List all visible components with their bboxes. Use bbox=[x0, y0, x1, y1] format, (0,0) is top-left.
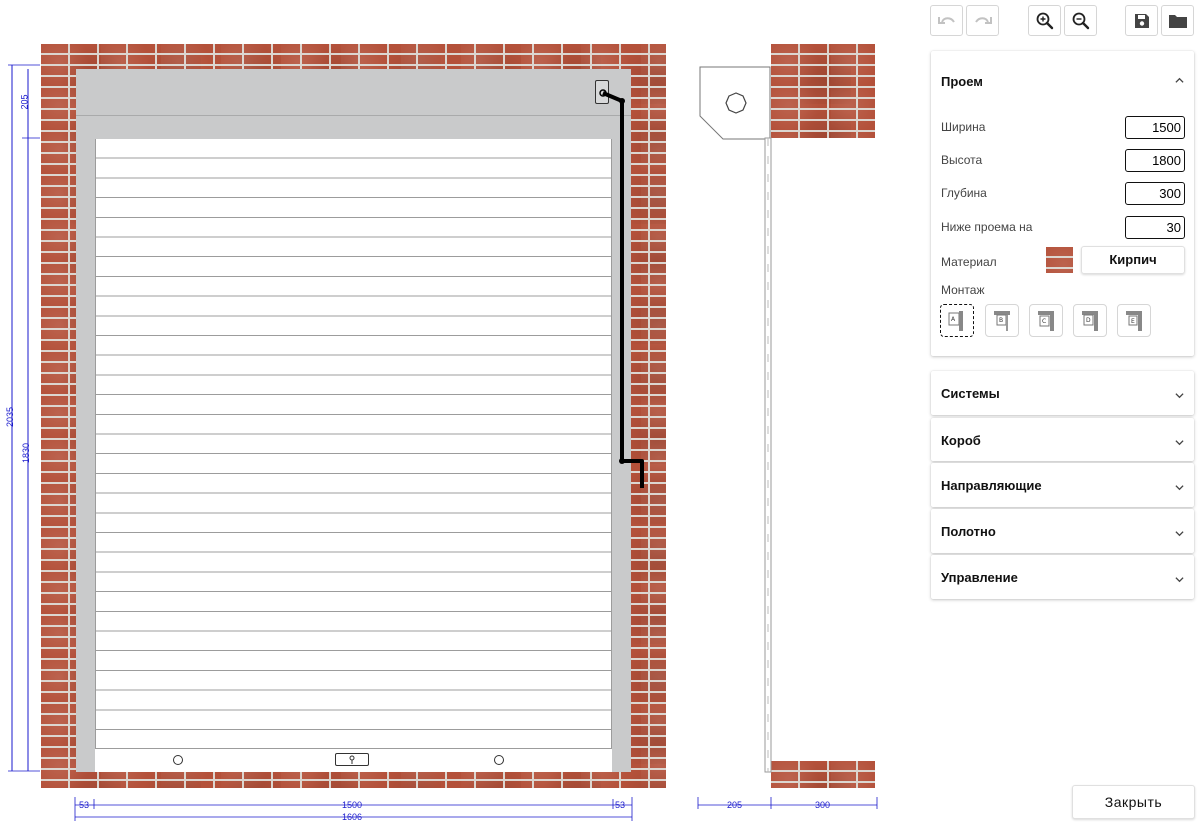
mount-a-icon: A bbox=[948, 310, 963, 331]
dim-side-box: 205 bbox=[727, 800, 743, 810]
section-curtain[interactable]: Полотно bbox=[931, 509, 1194, 553]
dim-opening-width: 1500 bbox=[342, 800, 363, 810]
mount-c-icon: C bbox=[1038, 310, 1054, 331]
below-opening-input[interactable]: 30 bbox=[1125, 216, 1185, 239]
material-label: Материал bbox=[941, 255, 997, 269]
redo-icon bbox=[974, 16, 992, 24]
side-wall-bottom bbox=[771, 761, 875, 788]
depth-input[interactable]: 300 bbox=[1125, 182, 1185, 205]
close-button[interactable]: Закрыть bbox=[1072, 785, 1195, 819]
opening-title[interactable]: Проем bbox=[941, 74, 983, 89]
material-swatch[interactable] bbox=[1046, 247, 1073, 273]
chevron-down-icon bbox=[1175, 577, 1184, 583]
chevron-up-icon[interactable] bbox=[1175, 76, 1184, 85]
bottom-hole-right bbox=[494, 755, 504, 765]
section-title: Системы bbox=[941, 386, 1000, 401]
redo-button[interactable] bbox=[966, 5, 999, 36]
undo-button[interactable] bbox=[930, 5, 963, 36]
undo-icon bbox=[937, 16, 955, 24]
svg-text:D: D bbox=[1086, 317, 1091, 324]
open-button[interactable] bbox=[1161, 5, 1194, 36]
dim-right-rail: 53 bbox=[615, 800, 626, 810]
section-control[interactable]: Управление bbox=[931, 555, 1194, 599]
height-input[interactable]: 1800 bbox=[1125, 149, 1185, 172]
bottom-slat bbox=[95, 748, 612, 772]
mount-d-icon: D bbox=[1082, 310, 1098, 331]
chevron-down-icon bbox=[1175, 531, 1184, 537]
depth-label: Глубина bbox=[941, 186, 987, 200]
lock-icon bbox=[335, 753, 369, 766]
section-title: Направляющие bbox=[941, 478, 1042, 493]
width-label: Ширина bbox=[941, 120, 986, 134]
width-input[interactable]: 1500 bbox=[1125, 116, 1185, 139]
mount-option-c[interactable]: C bbox=[1029, 304, 1063, 337]
chevron-down-icon bbox=[1175, 440, 1184, 446]
section-guides[interactable]: Направляющие bbox=[931, 463, 1194, 507]
dim-left-rail: 53 bbox=[79, 800, 90, 810]
dim-box-height: 205 bbox=[19, 94, 30, 110]
save-icon bbox=[1134, 13, 1149, 28]
mount-e-icon: E bbox=[1126, 310, 1142, 331]
mount-option-e[interactable]: E bbox=[1117, 304, 1151, 337]
below-opening-label: Ниже проема на bbox=[941, 220, 1033, 234]
mount-b-icon: B bbox=[994, 310, 1010, 331]
bottom-hole-left bbox=[173, 755, 183, 765]
dim-total-width: 1606 bbox=[342, 812, 363, 822]
curtain[interactable] bbox=[95, 139, 612, 772]
left-guide-rail bbox=[76, 139, 95, 772]
section-systems[interactable]: Системы bbox=[931, 371, 1194, 415]
zoom-out-icon bbox=[1072, 12, 1089, 29]
side-bottom-dimensions bbox=[697, 797, 878, 809]
section-title: Полотно bbox=[941, 524, 996, 539]
dim-inner-height: 1830 bbox=[21, 442, 32, 464]
save-button[interactable] bbox=[1125, 5, 1158, 36]
height-label: Высота bbox=[941, 153, 983, 167]
mount-option-d[interactable]: D bbox=[1073, 304, 1107, 337]
svg-text:B: B bbox=[999, 317, 1003, 324]
mount-option-b[interactable]: B bbox=[985, 304, 1019, 337]
roller-box[interactable] bbox=[76, 69, 631, 140]
mount-option-a[interactable]: A bbox=[940, 304, 974, 337]
section-box[interactable]: Короб bbox=[931, 418, 1194, 461]
zoom-out-button[interactable] bbox=[1064, 5, 1097, 36]
dim-total-height: 2035 bbox=[5, 406, 16, 428]
side-wall-top bbox=[771, 44, 875, 138]
section-title: Короб bbox=[941, 433, 981, 448]
folder-icon bbox=[1168, 14, 1187, 28]
dim-side-depth: 300 bbox=[815, 800, 831, 810]
side-box-profile bbox=[699, 66, 772, 773]
zoom-in-icon bbox=[1036, 12, 1053, 29]
section-title: Управление bbox=[941, 570, 1018, 585]
svg-text:C: C bbox=[1042, 318, 1046, 325]
material-button[interactable]: Кирпич bbox=[1081, 246, 1185, 274]
zoom-in-button[interactable] bbox=[1028, 5, 1061, 36]
crank-rod bbox=[599, 89, 644, 488]
chevron-down-icon bbox=[1175, 485, 1184, 491]
svg-text:E: E bbox=[1131, 318, 1135, 325]
mount-label: Монтаж bbox=[941, 283, 985, 297]
chevron-down-icon bbox=[1175, 393, 1184, 399]
